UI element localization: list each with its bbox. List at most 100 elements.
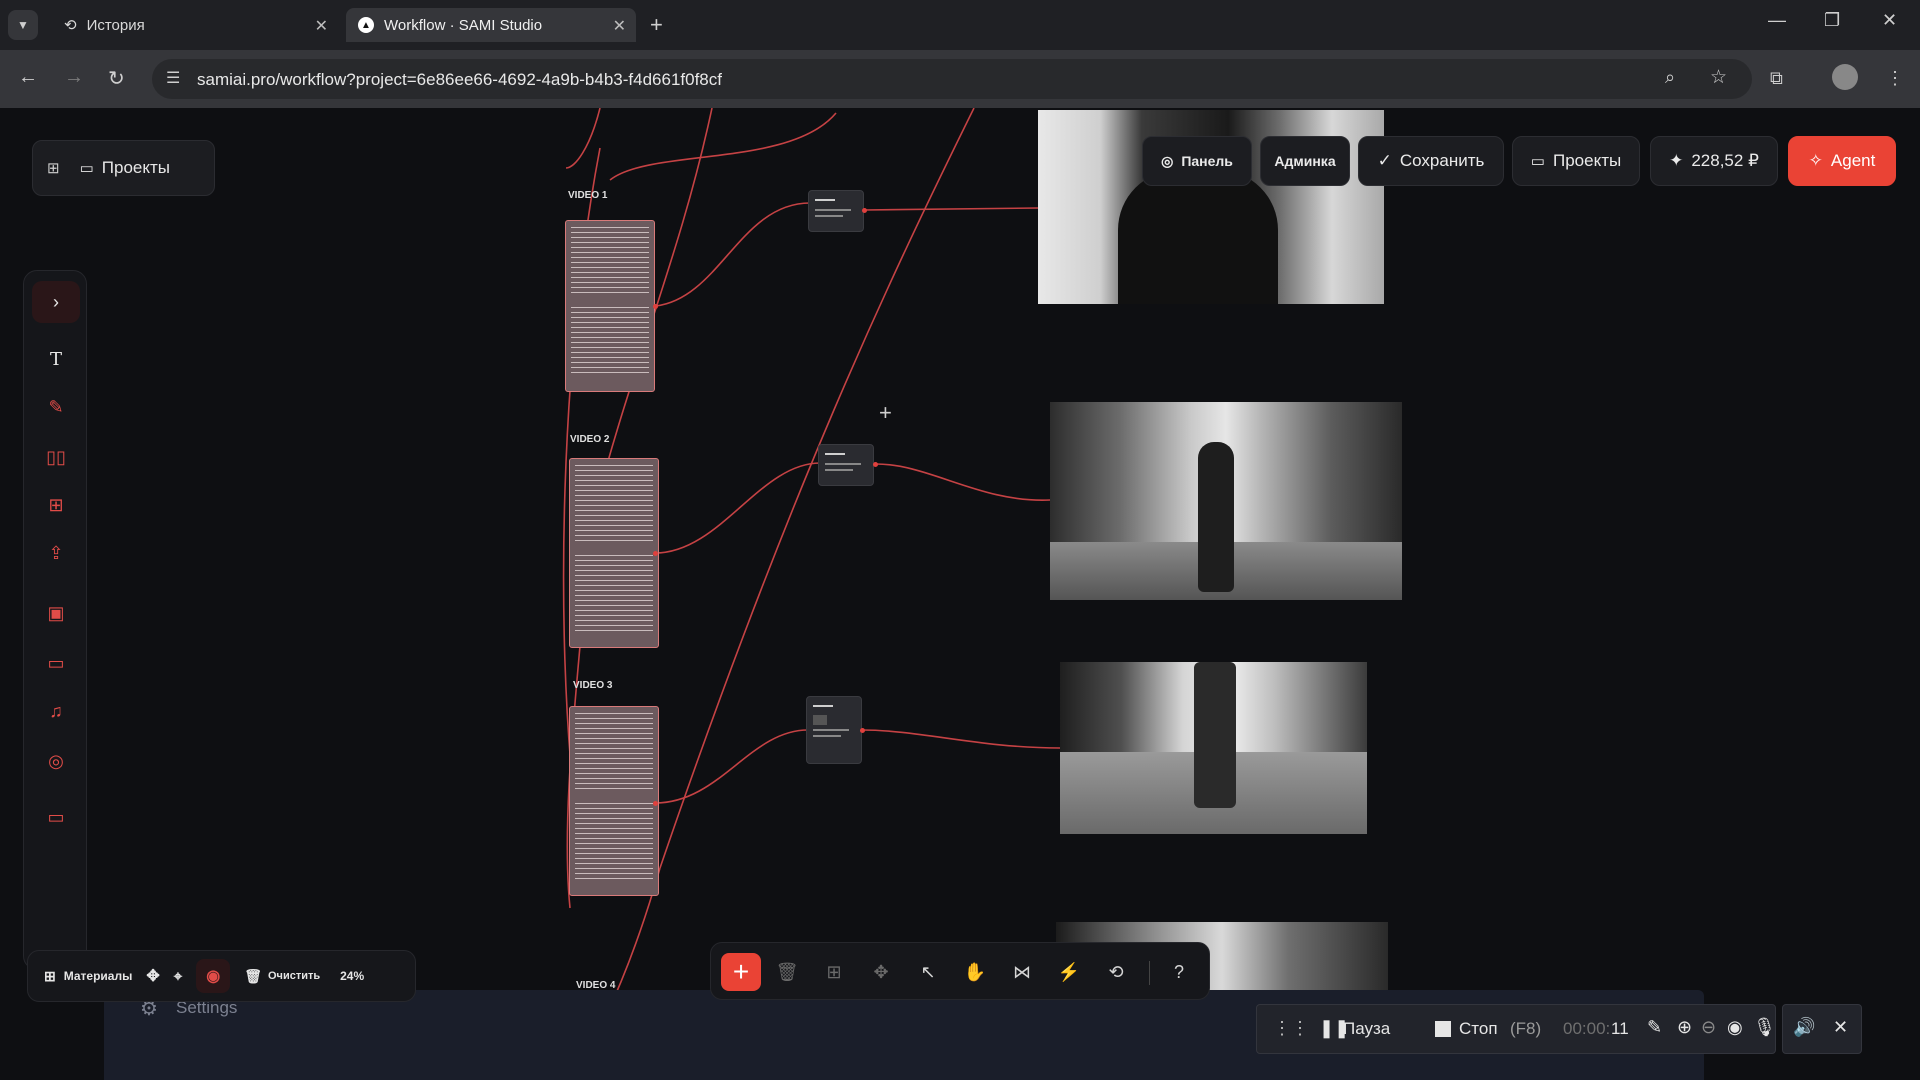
sami-logo-icon: ▲ bbox=[358, 17, 374, 33]
eye-icon[interactable]: ◉ bbox=[1727, 1017, 1743, 1038]
close-tab-icon[interactable]: ✕ bbox=[315, 16, 328, 36]
minimize-window-icon[interactable]: — bbox=[1768, 10, 1786, 31]
forward-icon[interactable]: → bbox=[64, 66, 84, 89]
close-tab-icon[interactable]: ✕ bbox=[613, 16, 626, 36]
projects-switcher[interactable]: ⊞ ▭ Проекты bbox=[32, 140, 215, 196]
video-generator-node-2[interactable] bbox=[818, 444, 874, 486]
eye-toggle-icon[interactable]: ◉ bbox=[196, 959, 231, 993]
trash-icon[interactable]: 🗑 bbox=[244, 968, 262, 985]
browser-tab-strip: ▼ ⟲ История ✕ ▲ Workflow · SAMI Studio ✕… bbox=[0, 0, 1920, 50]
stop-icon[interactable] bbox=[1435, 1021, 1451, 1037]
recorder-extra-controls: 🔊 ✕ bbox=[1782, 1004, 1862, 1054]
video-icon[interactable]: ▭ bbox=[40, 647, 72, 679]
balance-button[interactable]: ✦ 228,52 ₽ bbox=[1650, 136, 1778, 186]
new-tab-icon[interactable]: + bbox=[650, 12, 663, 38]
close-window-icon[interactable]: ✕ bbox=[1882, 10, 1897, 31]
drag-handle-icon[interactable]: ⋮⋮ bbox=[1273, 1018, 1309, 1039]
browser-tab-history[interactable]: ⟲ История ✕ bbox=[52, 8, 338, 42]
back-icon[interactable]: ← bbox=[18, 66, 38, 89]
grid-blocks-icon[interactable]: ⊞ bbox=[40, 489, 72, 521]
prompt-node-video-2[interactable] bbox=[569, 458, 659, 648]
panel-button[interactable]: ◎ Панель bbox=[1142, 136, 1252, 186]
location-pin-icon[interactable]: ⌖ bbox=[174, 968, 182, 985]
zoom-out-icon[interactable]: ⊖ bbox=[1701, 1017, 1716, 1038]
zoom-level: 24% bbox=[340, 969, 365, 983]
microphone-icon[interactable]: 🎙 bbox=[1753, 1017, 1776, 1038]
prompt-node-video-1[interactable] bbox=[565, 220, 655, 392]
group-label-video-1: VIDEO 1 bbox=[568, 190, 608, 201]
magic-wand-icon[interactable]: ⚡ bbox=[1056, 959, 1082, 985]
help-icon[interactable]: ? bbox=[1166, 959, 1192, 985]
prompt-node-video-3[interactable] bbox=[569, 706, 659, 896]
expand-sidebar-chevron-icon[interactable]: › bbox=[32, 281, 80, 323]
projects-label: Проекты bbox=[1552, 151, 1622, 170]
crosshair-cursor-icon: + bbox=[879, 400, 892, 425]
browser-tab-workflow[interactable]: ▲ Workflow · SAMI Studio ✕ bbox=[346, 8, 636, 42]
delete-icon[interactable]: 🗑 bbox=[774, 959, 800, 985]
move-icon[interactable]: ✥ bbox=[868, 959, 894, 985]
prompt-text-lines bbox=[575, 803, 653, 883]
grid-icon[interactable]: ⊞ bbox=[47, 159, 60, 177]
projects-button[interactable]: ▭ Проекты bbox=[1512, 136, 1640, 186]
close-recorder-icon[interactable]: ✕ bbox=[1833, 1017, 1848, 1038]
check-icon: ✓ bbox=[1377, 151, 1392, 170]
site-info-icon[interactable]: ☰ bbox=[166, 68, 180, 88]
stop-shortcut: (F8) bbox=[1510, 1019, 1542, 1038]
edit-note-icon[interactable]: ✎ bbox=[40, 391, 72, 423]
group-icon[interactable]: ⊞ bbox=[821, 959, 847, 985]
camera-icon[interactable]: ▭ bbox=[40, 801, 72, 833]
materials-button[interactable]: Материалы bbox=[64, 969, 133, 983]
restore-window-icon[interactable]: ❐ bbox=[1824, 10, 1840, 31]
output-port[interactable] bbox=[653, 551, 658, 556]
prompt-text-lines bbox=[575, 555, 653, 635]
upload-icon[interactable]: ⇪ bbox=[40, 537, 72, 569]
panel-label: Панель bbox=[1181, 153, 1233, 169]
history-icon: ⟲ bbox=[64, 17, 77, 34]
reload-icon[interactable]: ↻ bbox=[108, 66, 125, 91]
video-frame-3[interactable] bbox=[1060, 662, 1367, 834]
video-generator-node-1[interactable] bbox=[808, 190, 864, 232]
text-tool-icon[interactable]: T bbox=[40, 343, 72, 375]
workflow-canvas[interactable]: ⊞ ▭ Проекты › T ✎ ▯▯ ⊞ ⇪ ▣ ▭ ♫ ◎ ▭ VIDEO… bbox=[0, 108, 1920, 1080]
zoom-in-icon[interactable]: ⊕ bbox=[1677, 1017, 1692, 1038]
avatar-icon[interactable]: ◎ bbox=[40, 745, 72, 777]
browser-menu-icon[interactable]: ⋮ bbox=[1886, 68, 1904, 89]
speaker-icon[interactable]: 🔊 bbox=[1793, 1017, 1815, 1038]
address-bar[interactable]: ☰ samiai.pro/workflow?project=6e86ee66-4… bbox=[152, 59, 1752, 99]
url-text[interactable]: samiai.pro/workflow?project=6e86ee66-469… bbox=[197, 70, 722, 90]
folder-icon: ▭ bbox=[79, 160, 94, 177]
move-icon[interactable]: ✥ bbox=[146, 966, 159, 986]
save-button[interactable]: ✓ Сохранить bbox=[1358, 136, 1504, 186]
profile-avatar[interactable] bbox=[1832, 64, 1858, 90]
admin-button[interactable]: Админка bbox=[1260, 136, 1350, 186]
stop-button[interactable]: Стоп bbox=[1459, 1019, 1498, 1039]
clear-button[interactable]: Очистить bbox=[268, 970, 320, 982]
pause-button[interactable]: Пауза bbox=[1343, 1019, 1390, 1039]
agent-label: Agent bbox=[1830, 151, 1876, 170]
person-silhouette bbox=[1118, 170, 1278, 304]
bookmark-star-icon[interactable]: ☆ bbox=[1710, 66, 1727, 89]
tab-search-icon[interactable]: ▼ bbox=[8, 10, 38, 40]
share-icon[interactable]: ⋈ bbox=[1009, 959, 1035, 985]
agent-button[interactable]: ✧ Agent bbox=[1788, 136, 1896, 186]
select-cursor-icon[interactable]: ↖ bbox=[915, 959, 941, 985]
extensions-icon[interactable]: ⧉ bbox=[1770, 68, 1783, 89]
image-icon[interactable]: ▣ bbox=[40, 597, 72, 629]
output-port[interactable] bbox=[873, 462, 878, 467]
pen-icon[interactable]: ✎ bbox=[1647, 1017, 1662, 1038]
hand-pan-icon[interactable]: ✋ bbox=[962, 959, 988, 985]
output-port[interactable] bbox=[653, 801, 658, 806]
zoom-icon[interactable]: ⌕ bbox=[1665, 67, 1675, 88]
book-icon[interactable]: ▯▯ bbox=[40, 441, 72, 473]
projects-label[interactable]: Проекты bbox=[102, 158, 170, 178]
bottom-left-toolbar: ⊞ Материалы ✥ ⌖ ◉ 🗑 Очистить 24% bbox=[27, 950, 416, 1002]
video-frame-2[interactable] bbox=[1050, 402, 1402, 600]
timer-dim: 00:00: bbox=[1563, 1019, 1611, 1038]
output-port[interactable] bbox=[653, 304, 658, 309]
output-port[interactable] bbox=[862, 208, 867, 213]
output-port[interactable] bbox=[860, 728, 865, 733]
music-icon[interactable]: ♫ bbox=[40, 695, 72, 727]
video-generator-node-3[interactable] bbox=[806, 696, 862, 764]
history-icon[interactable]: ⟲ bbox=[1103, 959, 1129, 985]
add-node-button[interactable]: + bbox=[721, 953, 761, 991]
